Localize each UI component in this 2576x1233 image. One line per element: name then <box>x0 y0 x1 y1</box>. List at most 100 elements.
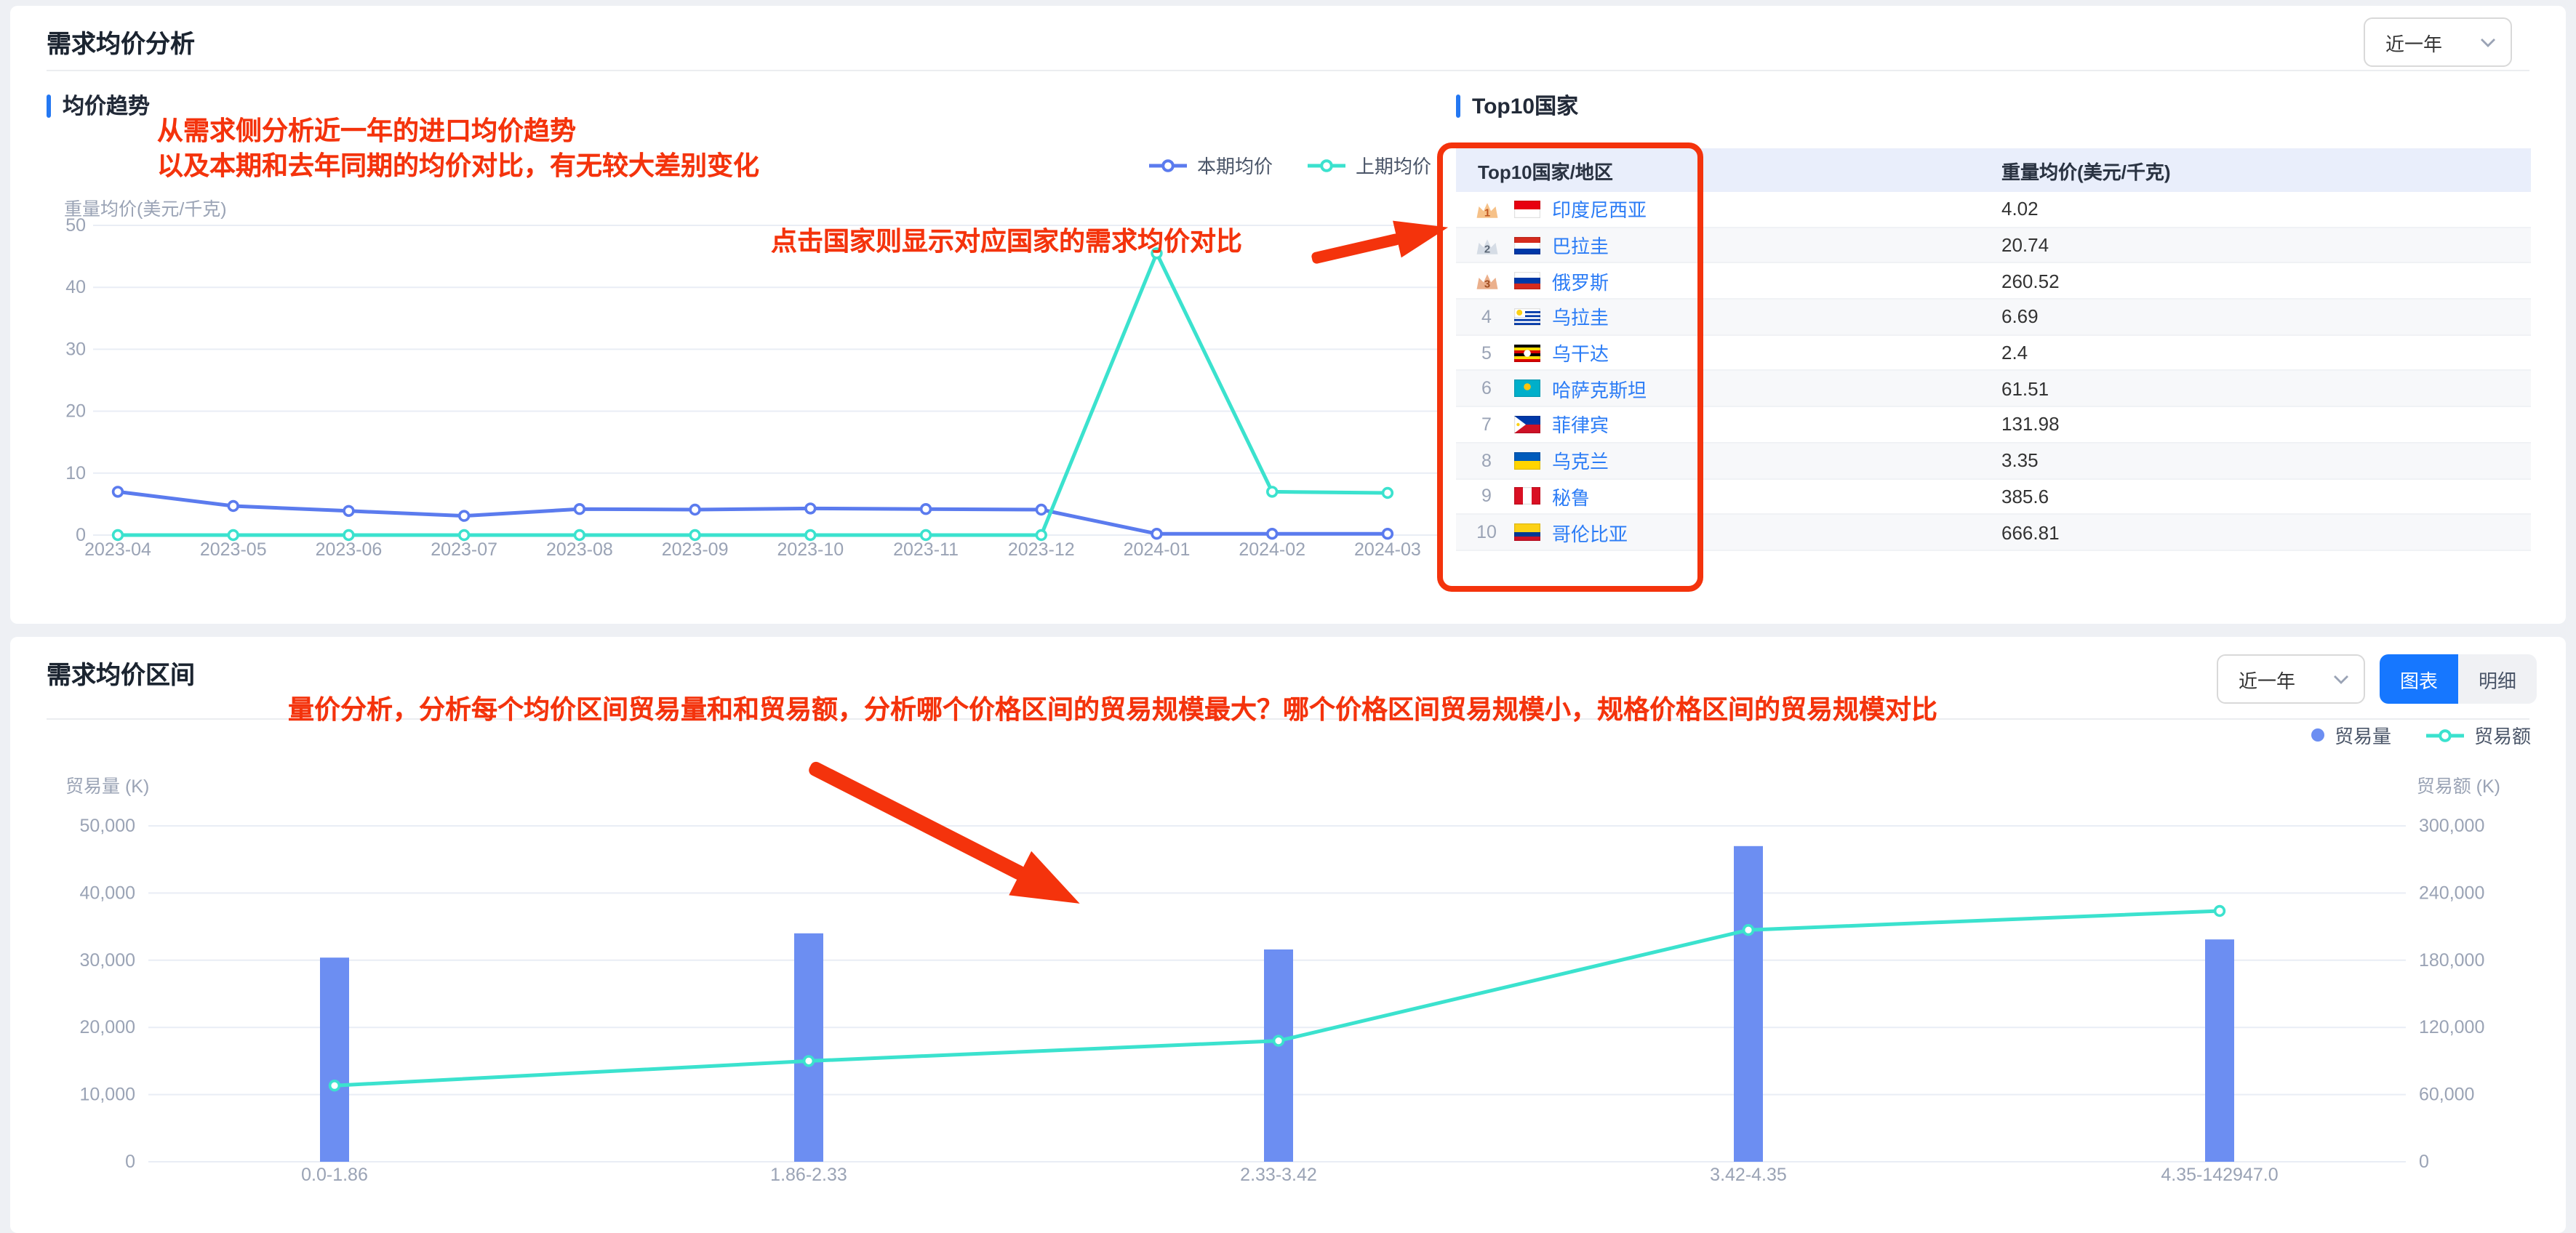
section-accent-bar <box>1456 94 1460 117</box>
legend-item-trade-volume[interactable]: 贸易量 <box>2311 721 2391 749</box>
table-row[interactable]: 6 哈萨克斯坦 61.51 <box>1456 371 2531 408</box>
column-header-avg-price: 重量均价(美元/千克) <box>2001 161 2171 182</box>
rank-label: 10 <box>1476 522 1497 543</box>
country-cell: 9 秘鲁 <box>1456 483 1990 510</box>
svg-text:贸易额 (K): 贸易额 (K) <box>2417 776 2500 797</box>
country-link[interactable]: 巴拉圭 <box>1552 231 1609 259</box>
svg-text:40,000: 40,000 <box>80 883 135 903</box>
table-row[interactable]: 1 印度尼西亚 4.02 <box>1456 192 2531 228</box>
svg-text:10,000: 10,000 <box>80 1085 135 1105</box>
rank-label: 1 <box>1468 199 1505 220</box>
top10-table: Top10国家/地区 重量均价(美元/千克) 1 印度尼西亚 4.02 2 巴拉圭 20.… <box>1456 148 2531 551</box>
svg-text:2023-09: 2023-09 <box>662 539 729 560</box>
country-cell: 4 乌拉圭 <box>1456 303 1990 331</box>
country-cell: 8 乌克兰 <box>1456 446 1990 474</box>
card1-title: 需求均价分析 <box>47 31 195 58</box>
rank-label: 6 <box>1481 378 1492 399</box>
table-row[interactable]: 4 乌拉圭 6.69 <box>1456 300 2531 336</box>
country-cell: 6 哈萨克斯坦 <box>1456 375 1990 403</box>
rank-3-crown-icon: 3 <box>1476 274 1497 291</box>
svg-text:2023-04: 2023-04 <box>84 539 151 560</box>
svg-text:30: 30 <box>65 339 86 359</box>
country-link[interactable]: 哈萨克斯坦 <box>1552 375 1647 403</box>
flag-indonesia-icon <box>1514 200 1540 218</box>
detail-view-button[interactable]: 明细 <box>2458 654 2537 704</box>
range-chart-legend: 贸易量 贸易额 <box>2311 721 2531 749</box>
svg-text:0.0-1.86: 0.0-1.86 <box>301 1165 368 1185</box>
avg-price-value: 3.35 <box>2001 449 2039 472</box>
avg-price-value: 2.4 <box>2001 342 2028 364</box>
period-select-value: 近一年 <box>2239 670 2296 691</box>
country-cell: 5 乌干达 <box>1456 339 1990 366</box>
dot-marker-icon <box>2311 728 2324 742</box>
country-link[interactable]: 秘鲁 <box>1552 483 1590 510</box>
period-select-card1[interactable]: 近一年 <box>2364 17 2512 67</box>
rank-1-crown-icon: 1 <box>1476 202 1497 219</box>
country-link[interactable]: 哥伦比亚 <box>1552 518 1628 546</box>
country-cell: 1 印度尼西亚 <box>1456 196 1990 223</box>
table-row[interactable]: 8 乌克兰 3.35 <box>1456 443 2531 479</box>
card2-title: 需求均价区间 <box>47 662 195 689</box>
country-link[interactable]: 菲律宾 <box>1552 411 1609 438</box>
period-select-card2[interactable]: 近一年 <box>2217 654 2365 704</box>
svg-text:2024-02: 2024-02 <box>1239 539 1305 560</box>
country-cell: 2 巴拉圭 <box>1456 231 1990 259</box>
table-row[interactable]: 7 菲律宾 131.98 <box>1456 407 2531 443</box>
table-row[interactable]: 9 秘鲁 385.6 <box>1456 479 2531 515</box>
svg-text:1.86-2.33: 1.86-2.33 <box>770 1165 847 1185</box>
country-link[interactable]: 乌克兰 <box>1552 446 1609 474</box>
flag-uganda-icon <box>1514 344 1540 362</box>
section-accent-bar <box>47 94 51 117</box>
rank-label: 9 <box>1481 486 1492 507</box>
section-title-top10-countries: Top10国家 <box>1456 90 1578 121</box>
svg-text:2: 2 <box>1484 244 1489 255</box>
svg-text:60,000: 60,000 <box>2419 1085 2474 1105</box>
avg-price-trend-chart[interactable]: 01020304050重量均价(美元/千克)2023-04 2023-05 2023… <box>10 189 1465 582</box>
chart-view-button[interactable]: 图表 <box>2380 654 2458 704</box>
country-link[interactable]: 俄罗斯 <box>1552 267 1609 294</box>
dashboard-page: 需求均价分析 近一年 均价趋势 从需求侧分析近一年的进口均价趋势 以及本期和去年… <box>0 0 2576 1233</box>
flag-uruguay-icon <box>1514 308 1540 326</box>
demand-avg-price-analysis-card: 需求均价分析 近一年 均价趋势 从需求侧分析近一年的进口均价趋势 以及本期和去年… <box>10 6 2566 624</box>
svg-text:贸易量 (K): 贸易量 (K) <box>65 776 149 797</box>
svg-text:3.42-4.35: 3.42-4.35 <box>1710 1165 1787 1185</box>
legend-item-current-period[interactable]: 本期均价 <box>1149 151 1273 179</box>
svg-text:0: 0 <box>2419 1152 2429 1172</box>
chevron-down-icon <box>2334 675 2348 683</box>
table-header-row: Top10国家/地区 重量均价(美元/千克) <box>1456 148 2531 192</box>
table-row[interactable]: 5 乌干达 2.4 <box>1456 336 2531 371</box>
card1-divider <box>47 70 2529 71</box>
svg-text:2023-10: 2023-10 <box>777 539 844 560</box>
flag-peru-icon <box>1514 487 1540 505</box>
flag-russia-icon <box>1514 272 1540 290</box>
svg-text:3: 3 <box>1484 279 1489 291</box>
rank-label: 4 <box>1481 306 1492 327</box>
flag-colombia-icon <box>1514 523 1540 542</box>
legend-item-prev-period[interactable]: 上期均价 <box>1308 151 1431 179</box>
rank-label: 8 <box>1481 450 1492 471</box>
country-link[interactable]: 乌拉圭 <box>1552 303 1609 331</box>
avg-price-value: 666.81 <box>2001 521 2060 544</box>
svg-text:50,000: 50,000 <box>80 816 135 836</box>
svg-text:0: 0 <box>125 1152 135 1172</box>
table-row[interactable]: 10 哥伦比亚 666.81 <box>1456 515 2531 551</box>
svg-text:2023-08: 2023-08 <box>546 539 613 560</box>
table-row[interactable]: 3 俄罗斯 260.52 <box>1456 264 2531 300</box>
price-range-combo-chart[interactable]: 0 10,000 20,000 30,000 40,000 50,000 0 60,000 12… <box>10 775 2566 1233</box>
line-marker-icon <box>1149 158 1187 172</box>
svg-text:2023-12: 2023-12 <box>1008 539 1075 560</box>
svg-text:20,000: 20,000 <box>80 1017 135 1037</box>
annotation-click-country-note: 点击国家则显示对应国家的需求均价对比 <box>771 227 1242 256</box>
table-row[interactable]: 2 巴拉圭 20.74 <box>1456 228 2531 264</box>
country-cell: 7 菲律宾 <box>1456 411 1990 438</box>
svg-text:2023-06: 2023-06 <box>316 539 383 560</box>
table-body: 1 印度尼西亚 4.02 2 巴拉圭 20.74 3 俄罗斯 260.52 4 乌拉圭 6.69 5 乌干… <box>1456 192 2531 551</box>
country-cell: 3 俄罗斯 <box>1456 267 1990 294</box>
legend-item-trade-amount[interactable]: 贸易额 <box>2425 721 2531 749</box>
country-link[interactable]: 乌干达 <box>1552 339 1609 366</box>
svg-text:10: 10 <box>65 463 86 483</box>
column-header-country: Top10国家/地区 <box>1478 161 1613 182</box>
rank-label: 3 <box>1468 270 1505 291</box>
country-link[interactable]: 印度尼西亚 <box>1552 196 1647 223</box>
flag-philippines-icon <box>1514 415 1540 433</box>
